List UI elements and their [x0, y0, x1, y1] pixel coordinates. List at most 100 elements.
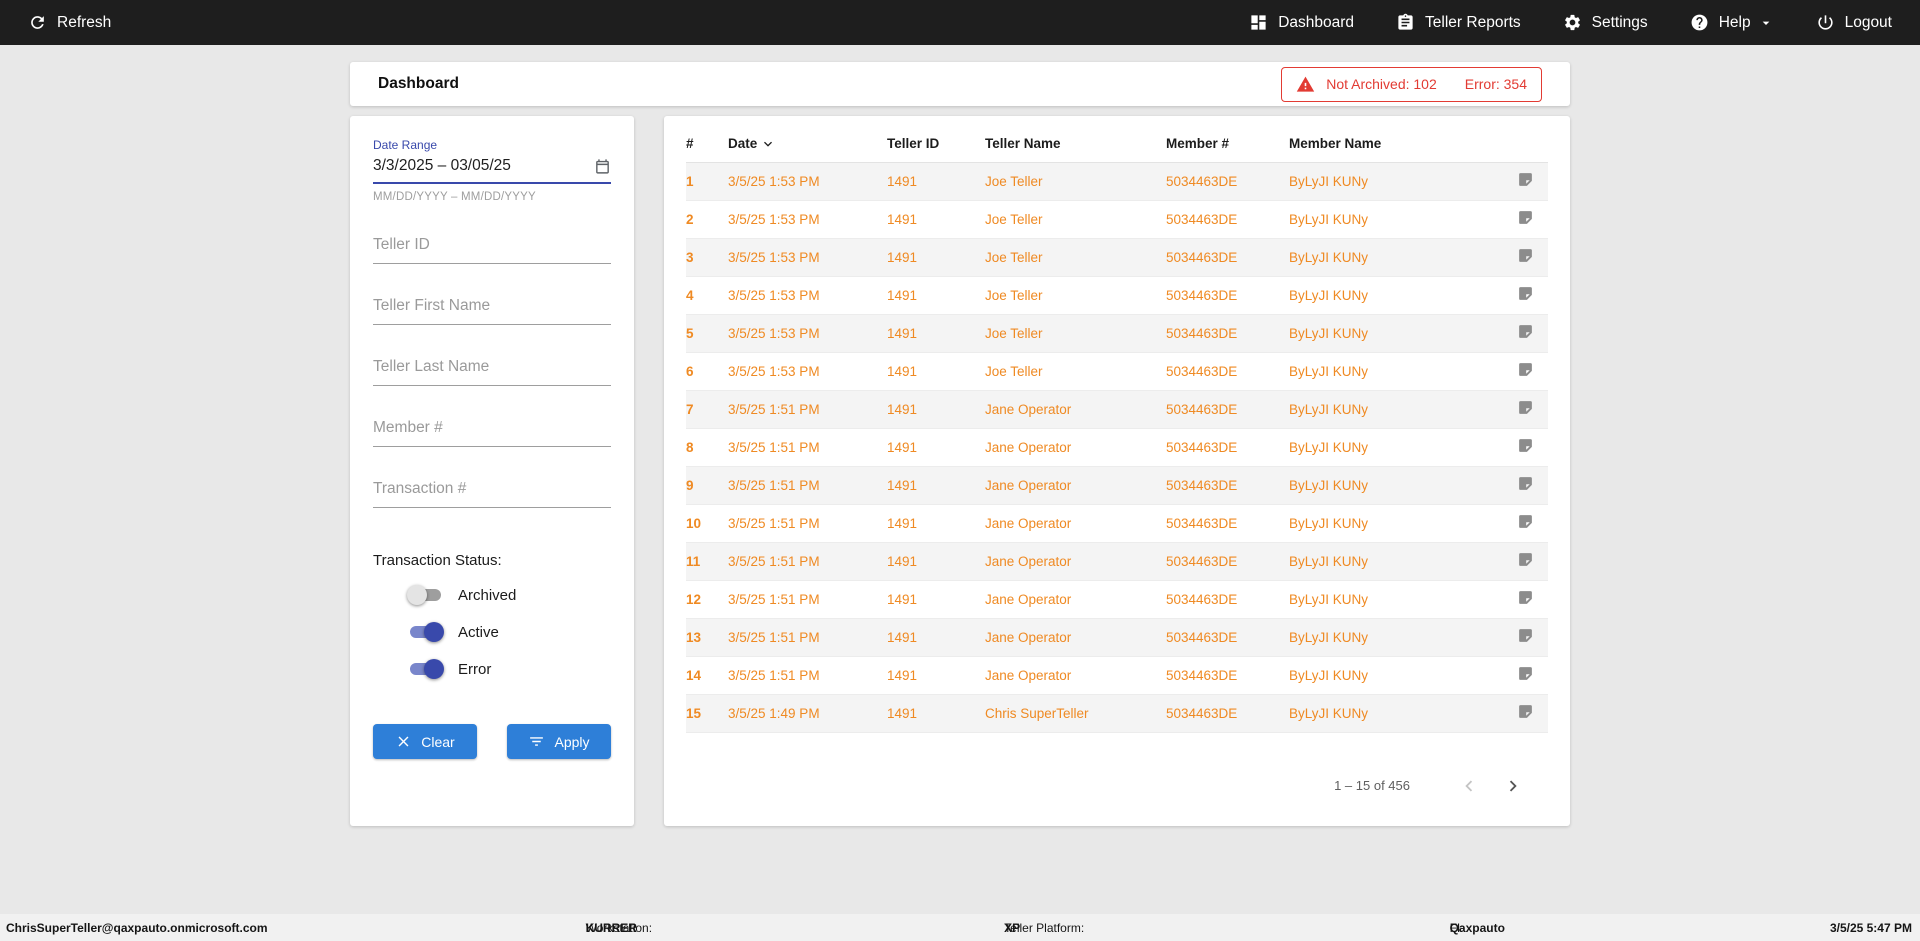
- teller-last-name-input[interactable]: [373, 358, 611, 386]
- note-icon[interactable]: [1517, 703, 1534, 723]
- note-icon[interactable]: [1517, 589, 1534, 609]
- table-row[interactable]: 12 3/5/25 1:51 PM 1491 Jane Operator 5034463…: [686, 580, 1548, 619]
- row-teller-id: 1491: [887, 276, 985, 315]
- table-row[interactable]: 10 3/5/25 1:51 PM 1491 Jane Operator 5034463…: [686, 504, 1548, 543]
- chevron-left-icon[interactable]: [1458, 775, 1480, 797]
- nav-teller-reports[interactable]: Teller Reports: [1396, 13, 1521, 32]
- row-teller-id: 1491: [887, 200, 985, 239]
- row-teller-id: 1491: [887, 694, 985, 733]
- row-member-name: ByLyJI KUNy: [1289, 694, 1490, 733]
- table-row[interactable]: 9 3/5/25 1:51 PM 1491 Jane Operator 5034463D…: [686, 466, 1548, 505]
- note-icon[interactable]: [1517, 209, 1534, 229]
- table-row[interactable]: 14 3/5/25 1:51 PM 1491 Jane Operator 5034463…: [686, 656, 1548, 695]
- col-number[interactable]: #: [686, 126, 728, 163]
- col-actions: [1490, 126, 1548, 163]
- table-row[interactable]: 5 3/5/25 1:53 PM 1491 Joe Teller 5034463DE By…: [686, 314, 1548, 353]
- table-row[interactable]: 8 3/5/25 1:51 PM 1491 Jane Operator 5034463D…: [686, 428, 1548, 467]
- table-row[interactable]: 13 3/5/25 1:51 PM 1491 Jane Operator 5034463…: [686, 618, 1548, 657]
- member-number-input[interactable]: [373, 419, 611, 447]
- row-teller-name: Jane Operator: [985, 618, 1166, 657]
- apply-button[interactable]: Apply: [507, 724, 611, 759]
- refresh-button[interactable]: Refresh: [28, 13, 111, 32]
- filter-panel: Date Range MM/DD/YYYY – MM/DD/YYYY: [350, 116, 634, 826]
- clear-button[interactable]: Clear: [373, 724, 477, 759]
- note-icon[interactable]: [1517, 665, 1534, 685]
- teller-last-name-field: [373, 358, 611, 386]
- pagination-range: 1 – 15 of 456: [1334, 778, 1410, 793]
- help-icon: [1690, 13, 1709, 32]
- row-date: 3/5/25 1:53 PM: [728, 162, 887, 201]
- row-teller-name: Jane Operator: [985, 656, 1166, 695]
- transaction-number-input[interactable]: [373, 480, 611, 508]
- nav-logout-label: Logout: [1844, 13, 1892, 31]
- table-row[interactable]: 3 3/5/25 1:53 PM 1491 Joe Teller 5034463DE By…: [686, 238, 1548, 277]
- row-member-number: 5034463DE: [1166, 390, 1289, 429]
- row-member-name: ByLyJI KUNy: [1289, 276, 1490, 315]
- status-datetime: 3/5/25 5:47 PM: [1829, 920, 1912, 935]
- table-row[interactable]: 1 3/5/25 1:53 PM 1491 Joe Teller 5034463DE By…: [686, 162, 1548, 201]
- row-member-number: 5034463DE: [1166, 238, 1289, 277]
- table-row[interactable]: 7 3/5/25 1:51 PM 1491 Jane Operator 5034463D…: [686, 390, 1548, 429]
- note-icon[interactable]: [1517, 475, 1534, 495]
- row-teller-name: Jane Operator: [985, 504, 1166, 543]
- toggle-active[interactable]: Active: [407, 621, 611, 643]
- nav-logout[interactable]: Logout: [1816, 13, 1892, 32]
- table-row[interactable]: 11 3/5/25 1:51 PM 1491 Jane Operator 5034463…: [686, 542, 1548, 581]
- row-member-number: 5034463DE: [1166, 542, 1289, 581]
- nav-dashboard[interactable]: Dashboard: [1249, 13, 1354, 32]
- topbar-nav: Dashboard Teller Reports Settings Help L…: [1249, 13, 1892, 32]
- row-number: 5: [686, 314, 728, 353]
- row-date: 3/5/25 1:51 PM: [728, 390, 887, 429]
- col-member-name[interactable]: Member Name: [1289, 126, 1490, 163]
- date-range-input[interactable]: [373, 157, 586, 175]
- col-teller-name[interactable]: Teller Name: [985, 126, 1166, 163]
- row-teller-id: 1491: [887, 618, 985, 657]
- alert-not-archived: Not Archived: 102: [1326, 76, 1437, 92]
- row-member-name: ByLyJI KUNy: [1289, 390, 1490, 429]
- nav-help[interactable]: Help: [1690, 13, 1774, 32]
- row-date: 3/5/25 1:53 PM: [728, 276, 887, 315]
- chevron-right-icon[interactable]: [1502, 775, 1524, 797]
- note-icon[interactable]: [1517, 171, 1534, 191]
- table-row[interactable]: 4 3/5/25 1:53 PM 1491 Joe Teller 5034463DE By…: [686, 276, 1548, 315]
- note-icon[interactable]: [1517, 551, 1534, 571]
- logout-icon: [1816, 13, 1835, 32]
- row-teller-name: Jane Operator: [985, 428, 1166, 467]
- row-number: 10: [686, 504, 728, 543]
- results-panel: # Date Teller ID Teller Name Member # Me…: [664, 116, 1570, 826]
- toggle-archived[interactable]: Archived: [407, 584, 611, 606]
- pagination: 1 – 15 of 456: [686, 775, 1548, 797]
- note-icon[interactable]: [1517, 627, 1534, 647]
- note-icon[interactable]: [1517, 285, 1534, 305]
- col-member-number[interactable]: Member #: [1166, 126, 1289, 163]
- row-number: 9: [686, 466, 728, 505]
- toggle-switch[interactable]: [407, 659, 444, 679]
- row-member-name: ByLyJI KUNy: [1289, 238, 1490, 277]
- teller-first-name-input[interactable]: [373, 297, 611, 325]
- toggle-switch[interactable]: [407, 585, 444, 605]
- table-row[interactable]: 6 3/5/25 1:53 PM 1491 Joe Teller 5034463DE By…: [686, 352, 1548, 391]
- row-member-name: ByLyJI KUNy: [1289, 580, 1490, 619]
- fi-info: FI: Qaxpauto: [1449, 920, 1505, 935]
- note-icon[interactable]: [1517, 361, 1534, 381]
- note-icon[interactable]: [1517, 247, 1534, 267]
- nav-settings[interactable]: Settings: [1563, 13, 1648, 32]
- note-icon[interactable]: [1517, 399, 1534, 419]
- row-member-name: ByLyJI KUNy: [1289, 200, 1490, 239]
- table-row[interactable]: 2 3/5/25 1:53 PM 1491 Joe Teller 5034463DE By…: [686, 200, 1548, 239]
- col-date[interactable]: Date: [728, 126, 887, 163]
- teller-id-input[interactable]: [373, 236, 611, 264]
- note-icon[interactable]: [1517, 323, 1534, 343]
- page-title: Dashboard: [378, 75, 459, 92]
- toggle-error[interactable]: Error: [407, 658, 611, 680]
- calendar-icon[interactable]: [594, 158, 611, 175]
- table-row[interactable]: 15 3/5/25 1:49 PM 1491 Chris SuperTeller 503…: [686, 694, 1548, 733]
- toggle-switch[interactable]: [407, 622, 444, 642]
- alert-badge[interactable]: Not Archived: 102 Error: 354: [1281, 66, 1542, 102]
- note-icon[interactable]: [1517, 513, 1534, 533]
- row-member-number: 5034463DE: [1166, 428, 1289, 467]
- note-icon[interactable]: [1517, 437, 1534, 457]
- toggle-active-label: Active: [458, 623, 499, 641]
- settings-icon: [1563, 13, 1582, 32]
- col-teller-id[interactable]: Teller ID: [887, 126, 985, 163]
